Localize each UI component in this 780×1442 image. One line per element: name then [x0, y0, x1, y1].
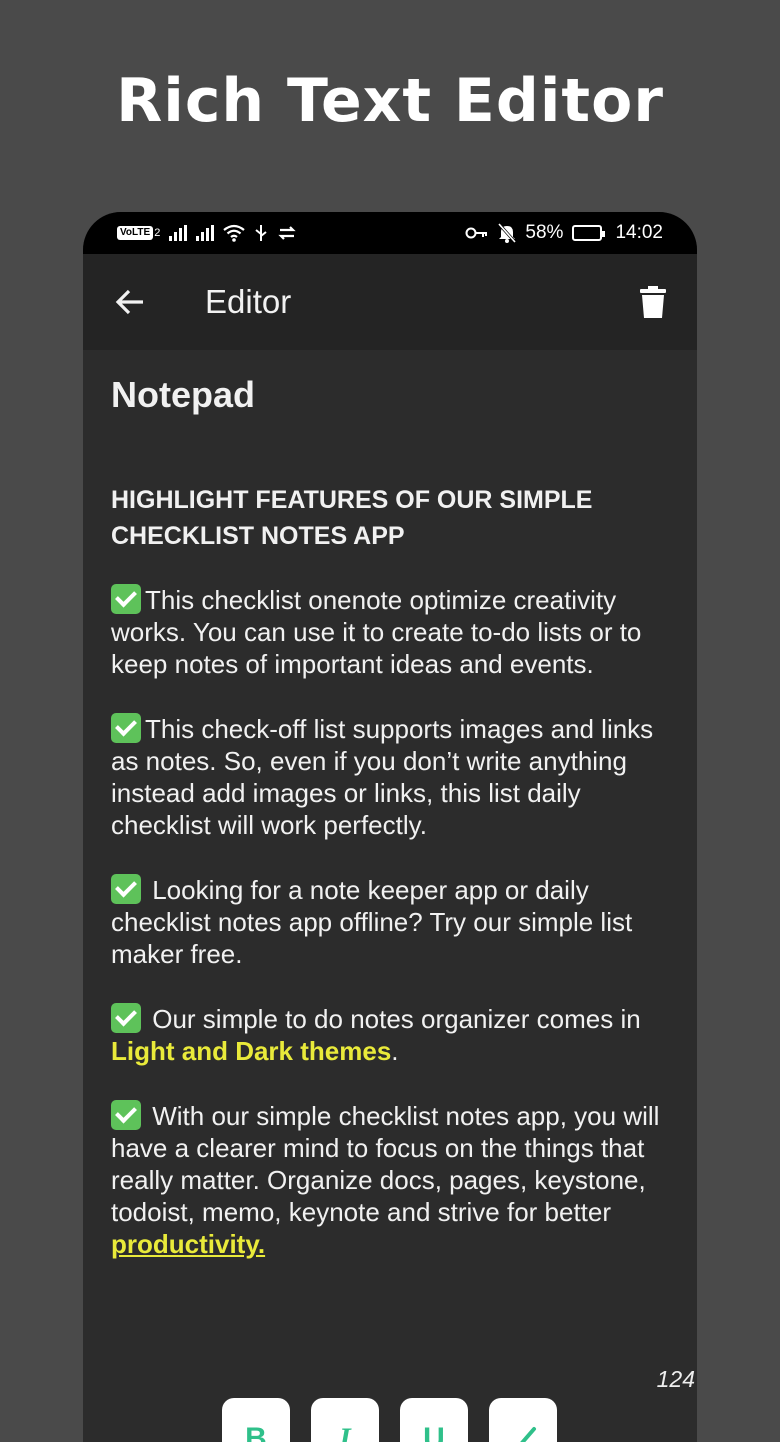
note-editor[interactable]: Notepad HIGHLIGHT FEATURES OF OUR SIMPLE…: [83, 350, 697, 1260]
sim-number: 2: [154, 227, 161, 239]
paragraph-5: With our simple checklist notes app, you…: [111, 1100, 669, 1260]
checkmark-icon: [111, 1100, 141, 1130]
checkmark-icon: [111, 874, 141, 904]
paragraph-1: This checklist onenote optimize creativi…: [111, 584, 669, 680]
status-left: VoLTE 2: [117, 224, 297, 242]
paragraph-2: This check-off list supports images and …: [111, 713, 669, 841]
checkmark-icon: [111, 713, 141, 743]
underline-button[interactable]: U: [400, 1398, 468, 1442]
volte-icon: VoLTE: [117, 226, 154, 240]
battery-percent: 58%: [525, 222, 564, 243]
battery-icon: [572, 225, 606, 241]
highlighted-link[interactable]: productivity.: [111, 1229, 265, 1259]
promo-title: Rich Text Editor: [116, 66, 664, 136]
toolbar-title: Editor: [205, 283, 292, 320]
character-counter: 124: [656, 1366, 695, 1392]
usb-icon: [255, 225, 267, 241]
brush-icon: [520, 1427, 536, 1442]
bold-button[interactable]: B: [222, 1398, 290, 1442]
wifi-icon: [223, 224, 245, 242]
paragraph-4-text: Our simple to do notes organizer comes i…: [145, 1004, 641, 1034]
phone-screen: VoLTE 2 58% 14:02 Editor Notepad HIGHLIG…: [83, 212, 697, 1442]
checkmark-icon: [111, 1003, 141, 1033]
bell-off-icon: [498, 223, 517, 243]
paragraph-3-text: Looking for a note keeper app or daily c…: [111, 875, 633, 969]
note-title[interactable]: Notepad: [111, 374, 669, 416]
status-right: 58% 14:02: [465, 222, 663, 244]
data-transfer-icon: [278, 226, 296, 240]
signal-icon: [169, 225, 188, 241]
key-icon: [465, 227, 488, 239]
paragraph-1-text: This checklist onenote optimize creativi…: [111, 585, 642, 679]
paragraph-2-text: This check-off list supports images and …: [111, 714, 654, 840]
trash-icon[interactable]: [637, 284, 669, 320]
back-arrow-icon[interactable]: [115, 284, 151, 320]
clock: 14:02: [615, 222, 663, 243]
brush-button[interactable]: [489, 1398, 557, 1442]
status-bar: VoLTE 2 58% 14:02: [83, 212, 697, 254]
paragraph-3: Looking for a note keeper app or daily c…: [111, 874, 669, 970]
signal-icon-2: [196, 225, 215, 241]
paragraph-4: Our simple to do notes organizer comes i…: [111, 1003, 669, 1067]
note-heading: HIGHLIGHT FEATURES OF OUR SIMPLE CHECKLI…: [111, 486, 593, 550]
italic-button[interactable]: I: [311, 1398, 379, 1442]
app-toolbar: Editor: [83, 254, 697, 350]
checkmark-icon: [111, 584, 141, 614]
paragraph-5-text: With our simple checklist notes app, you…: [111, 1101, 660, 1227]
highlighted-text: Light and Dark themes: [111, 1036, 392, 1066]
format-toolbar: B I U: [222, 1398, 557, 1442]
paragraph-4-end: .: [391, 1036, 399, 1066]
